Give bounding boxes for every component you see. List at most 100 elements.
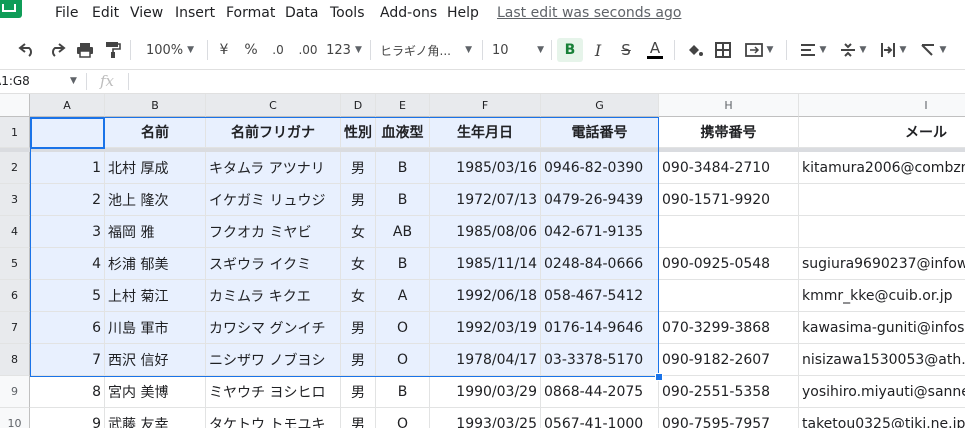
last-edit-link[interactable]: Last edit was seconds ago <box>497 5 681 21</box>
table-cell[interactable]: O <box>376 344 430 376</box>
table-cell[interactable]: 男 <box>341 408 376 428</box>
table-cell[interactable]: 090-9182-2607 <box>659 344 799 376</box>
table-cell[interactable]: 090-0925-0548 <box>659 248 799 280</box>
row-header[interactable]: 7 <box>0 312 30 344</box>
header-cell[interactable]: 性別 <box>341 117 376 148</box>
table-cell[interactable]: 0479-26-9439 <box>541 184 659 216</box>
table-cell[interactable]: イケガミ リュウジ <box>206 184 341 216</box>
table-cell[interactable]: 1992/03/19 <box>430 312 541 344</box>
table-cell[interactable]: 4 <box>30 248 105 280</box>
table-cell[interactable]: 男 <box>341 152 376 184</box>
table-cell[interactable]: 090-1571-9920 <box>659 184 799 216</box>
merge-cells-icon[interactable]: ▼ <box>740 30 778 70</box>
table-cell[interactable] <box>659 216 799 248</box>
column-header-f[interactable]: F <box>430 94 541 117</box>
row-header[interactable]: 5 <box>0 248 30 280</box>
table-cell[interactable]: スギウラ イクミ <box>206 248 341 280</box>
table-cell[interactable] <box>659 280 799 312</box>
fill-handle[interactable] <box>655 373 663 381</box>
row-header[interactable]: 3 <box>0 184 30 216</box>
table-cell[interactable]: 090-2551-5358 <box>659 376 799 408</box>
table-cell[interactable]: kawasima-guniti@infosee <box>799 312 965 344</box>
menu-view[interactable]: View <box>130 5 163 21</box>
column-header-d[interactable]: D <box>341 94 376 117</box>
header-cell[interactable]: 携帯番号 <box>659 117 799 148</box>
table-cell[interactable]: taketou0325@tiki.ne.jp <box>799 408 965 428</box>
table-cell[interactable]: 武藤 友幸 <box>105 408 206 428</box>
header-cell[interactable]: 名前 <box>105 117 206 148</box>
table-cell[interactable]: AB <box>376 216 430 248</box>
table-cell[interactable]: O <box>376 408 430 428</box>
table-cell[interactable]: 5 <box>30 280 105 312</box>
row-header[interactable]: 1 <box>0 117 30 148</box>
table-cell[interactable]: 0946-82-0390 <box>541 152 659 184</box>
zoom-select[interactable]: 100% ▼ <box>140 30 200 70</box>
column-header-a[interactable]: A <box>30 94 105 117</box>
row-header[interactable]: 10 <box>0 408 30 428</box>
borders-icon[interactable] <box>710 30 736 70</box>
menu-tools[interactable]: Tools <box>330 5 365 21</box>
table-cell[interactable]: 03-3378-5170 <box>541 344 659 376</box>
menu-addons[interactable]: Add-ons <box>380 5 437 21</box>
vertical-align-icon[interactable]: ▼ <box>834 30 872 70</box>
table-cell[interactable]: 070-3299-3868 <box>659 312 799 344</box>
chevron-down-icon[interactable]: ▼ <box>70 70 77 93</box>
table-cell[interactable]: 川島 軍市 <box>105 312 206 344</box>
table-cell[interactable]: タケトウ トモユキ <box>206 408 341 428</box>
table-cell[interactable]: 7 <box>30 344 105 376</box>
italic-button[interactable]: I <box>586 30 610 70</box>
bold-button[interactable]: B <box>557 38 583 62</box>
table-cell[interactable]: 058-467-5412 <box>541 280 659 312</box>
table-cell[interactable]: 090-3484-2710 <box>659 152 799 184</box>
table-cell[interactable]: B <box>376 152 430 184</box>
table-cell[interactable]: kmmr_kke@cuib.or.jp <box>799 280 965 312</box>
table-cell[interactable]: 1985/11/14 <box>430 248 541 280</box>
text-rotation-icon[interactable]: ▼ <box>914 30 952 70</box>
table-cell[interactable]: 0567-41-1000 <box>541 408 659 428</box>
table-cell[interactable]: 女 <box>341 248 376 280</box>
table-cell[interactable]: 1990/03/29 <box>430 376 541 408</box>
table-cell[interactable]: 2 <box>30 184 105 216</box>
table-cell[interactable] <box>799 184 965 216</box>
table-cell[interactable] <box>799 216 965 248</box>
table-cell[interactable]: キタムラ アツナリ <box>206 152 341 184</box>
table-cell[interactable]: カワシマ グンイチ <box>206 312 341 344</box>
more-formats-button[interactable]: 123 ▼ <box>324 30 364 70</box>
menu-format[interactable]: Format <box>226 5 275 21</box>
table-cell[interactable]: 福岡 雅 <box>105 216 206 248</box>
table-cell[interactable]: nisizawa1530053@ath.cx <box>799 344 965 376</box>
table-cell[interactable]: 宮内 美博 <box>105 376 206 408</box>
menu-data[interactable]: Data <box>285 5 318 21</box>
table-cell[interactable]: 0868-44-2075 <box>541 376 659 408</box>
table-cell[interactable]: 3 <box>30 216 105 248</box>
header-cell[interactable]: 名前フリガナ <box>206 117 341 148</box>
column-header-c[interactable]: C <box>206 94 341 117</box>
table-cell[interactable]: 男 <box>341 344 376 376</box>
table-cell[interactable]: フクオカ ミヤビ <box>206 216 341 248</box>
font-select[interactable]: ヒラギノ角... ▼ <box>380 30 472 70</box>
header-cell[interactable]: 血液型 <box>376 117 430 148</box>
text-wrapping-icon[interactable]: ▼ <box>874 30 912 70</box>
header-cell[interactable]: 電話番号 <box>541 117 659 148</box>
table-cell[interactable]: ミヤウチ ヨシヒロ <box>206 376 341 408</box>
menu-insert[interactable]: Insert <box>175 5 215 21</box>
print-icon[interactable] <box>72 30 98 70</box>
menu-file[interactable]: File <box>55 5 78 21</box>
table-cell[interactable]: B <box>376 376 430 408</box>
column-header-b[interactable]: B <box>105 94 206 117</box>
text-color-button[interactable]: A <box>642 30 668 70</box>
table-cell[interactable]: 0176-14-9646 <box>541 312 659 344</box>
table-cell[interactable]: 1985/08/06 <box>430 216 541 248</box>
table-cell[interactable]: 0248-84-0666 <box>541 248 659 280</box>
row-header[interactable]: 6 <box>0 280 30 312</box>
header-cell[interactable]: 生年月日 <box>430 117 541 148</box>
sheets-logo-icon[interactable] <box>0 0 22 18</box>
table-cell[interactable]: 8 <box>30 376 105 408</box>
menu-help[interactable]: Help <box>447 5 479 21</box>
table-cell[interactable]: ニシザワ ノブヨシ <box>206 344 341 376</box>
table-cell[interactable]: 男 <box>341 184 376 216</box>
paint-format-icon[interactable] <box>100 30 126 70</box>
table-cell[interactable]: O <box>376 312 430 344</box>
table-cell[interactable]: 1993/03/25 <box>430 408 541 428</box>
select-all-corner[interactable] <box>0 94 30 117</box>
